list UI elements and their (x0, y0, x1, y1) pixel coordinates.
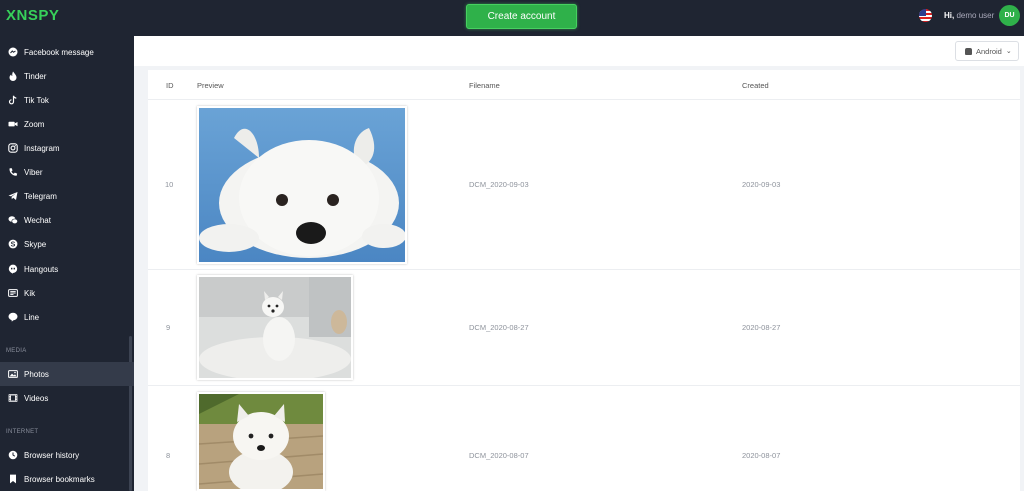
row-filename: DCM_2020-09-03 (469, 180, 529, 189)
sidebar-item-label: Line (24, 312, 40, 322)
sidebar-item-videos[interactable]: Videos (0, 386, 134, 410)
hangouts-icon (8, 264, 18, 274)
row-created: 2020-08-07 (742, 451, 781, 460)
sidebar-item-hangouts[interactable]: Hangouts (0, 257, 134, 281)
column-header-preview: Preview (197, 81, 224, 90)
sidebar-item-label: Hangouts (24, 264, 59, 274)
row-id: 10 (165, 180, 174, 189)
video-camera-icon (8, 119, 18, 129)
sidebar-item-label: Instagram (24, 143, 60, 153)
sidebar-item-photos[interactable]: Photos (0, 362, 134, 386)
sidebar-item-wechat[interactable]: Wechat (0, 208, 134, 232)
sidebar-item-line[interactable]: Line (0, 305, 134, 329)
sidebar-item-zoom[interactable]: Zoom (0, 112, 134, 136)
sidebar-item-label: Skype (24, 239, 47, 249)
avatar[interactable]: DU (999, 5, 1020, 26)
sidebar-item-facebook-message[interactable]: Facebook message (0, 40, 134, 64)
film-icon (8, 393, 18, 403)
photo-thumbnail[interactable] (197, 106, 407, 264)
row-filename: DCM_2020-08-27 (469, 323, 529, 332)
sidebar-item-label: Tik Tok (24, 95, 49, 105)
user-greeting[interactable]: Hi, demo user (944, 11, 994, 20)
paper-plane-icon (8, 191, 18, 201)
column-header-created: Created (742, 81, 769, 90)
top-bar: XNSPY Create account Hi, demo user DU (0, 0, 1024, 36)
sidebar-item-label: Photos (24, 369, 49, 379)
sidebar-item-browser-bookmarks[interactable]: Browser bookmarks (0, 467, 134, 491)
sidebar-item-label: Viber (24, 167, 43, 177)
sidebar-item-instagram[interactable]: Instagram (0, 136, 134, 160)
row-id: 9 (166, 323, 171, 332)
skype-icon: S (8, 239, 18, 249)
sidebar-item-label: Wechat (24, 215, 51, 225)
content-toolbar (134, 36, 1024, 66)
bookmark-icon (8, 474, 18, 484)
row-id: 8 (166, 451, 171, 460)
header-divider (148, 99, 1020, 100)
row-filename: DCM_2020-08-07 (469, 451, 529, 460)
line-icon (8, 312, 18, 322)
app-logo[interactable]: XNSPY (6, 7, 59, 24)
sidebar-item-tiktok[interactable]: Tik Tok (0, 88, 134, 112)
sidebar-item-label: Browser history (24, 450, 80, 460)
tiktok-icon (8, 95, 18, 105)
sidebar-item-label: Telegram (24, 191, 57, 201)
kik-icon (8, 288, 18, 298)
wechat-icon (8, 215, 18, 225)
create-account-button[interactable]: Create account (466, 4, 577, 29)
photos-icon (8, 369, 18, 379)
sidebar-item-label: Facebook message (24, 47, 94, 57)
sidebar-section-internet: INTERNET (6, 429, 39, 435)
sidebar-item-label: Browser bookmarks (24, 474, 95, 484)
us-flag-icon[interactable] (919, 9, 932, 22)
greeting-username: demo user (956, 11, 995, 20)
instagram-icon (8, 143, 18, 153)
chevron-down-icon: ⌄ (1005, 48, 1012, 55)
sidebar-item-viber[interactable]: Viber (0, 160, 134, 184)
platform-select[interactable]: Android ⌄ (955, 41, 1019, 61)
android-icon (965, 47, 972, 55)
sidebar-item-tinder[interactable]: Tinder (0, 64, 134, 88)
greeting-hi: Hi, (944, 11, 955, 20)
facebook-messenger-icon (8, 47, 18, 57)
sidebar-item-telegram[interactable]: Telegram (0, 184, 134, 208)
column-header-id: ID (166, 81, 174, 90)
sidebar-item-kik[interactable]: Kik (0, 281, 134, 305)
platform-select-value: Android (976, 46, 1002, 56)
row-divider (148, 385, 1020, 386)
phone-icon (8, 167, 18, 177)
sidebar-section-media: MEDIA (6, 348, 27, 354)
sidebar-item-label: Kik (24, 288, 36, 298)
sidebar-item-label: Zoom (24, 119, 45, 129)
flame-icon (8, 71, 18, 81)
sidebar-item-browser-history[interactable]: Browser history (0, 443, 134, 467)
photo-thumbnail[interactable] (197, 392, 325, 491)
row-divider (148, 269, 1020, 270)
photo-thumbnail[interactable] (197, 275, 353, 380)
column-header-filename: Filename (469, 81, 500, 90)
row-created: 2020-08-27 (742, 323, 781, 332)
sidebar-item-label: Tinder (24, 71, 47, 81)
sidebar-item-skype[interactable]: S Skype (0, 232, 134, 256)
sidebar-item-label: Videos (24, 393, 49, 403)
row-created: 2020-09-03 (742, 180, 781, 189)
browser-history-icon (8, 450, 18, 460)
svg-text:S: S (11, 241, 16, 248)
